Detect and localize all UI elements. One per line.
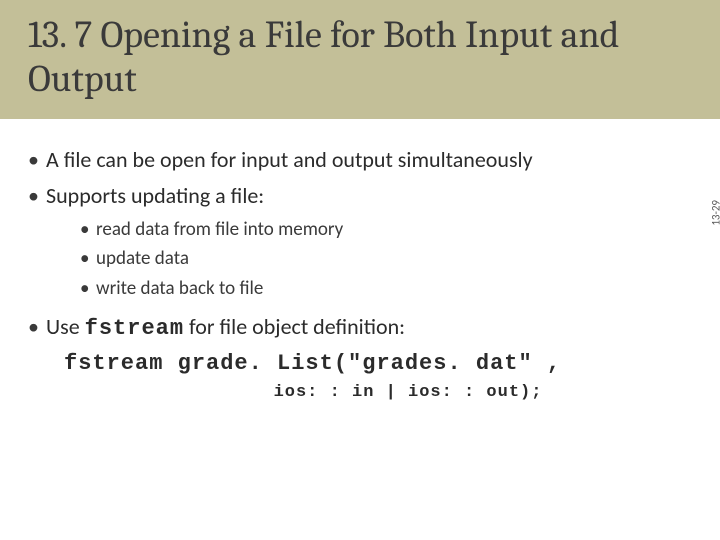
- code-block: fstream grade. List("grades. dat" , ios:…: [46, 347, 692, 406]
- bullet-text-pre: Use: [46, 313, 85, 340]
- sub-bullet-item: update data: [80, 246, 692, 272]
- slide-title: 13. 7 Opening a File for Both Input and …: [28, 14, 692, 101]
- code-line: ios: : in | ios: : out);: [64, 380, 692, 406]
- sub-bullet-item: write data back to file: [80, 276, 692, 302]
- bullet-item: A file can be open for input and output …: [28, 145, 692, 175]
- slide: 13. 7 Opening a File for Both Input and …: [0, 0, 720, 540]
- sub-bullet-item: read data from file into memory: [80, 217, 692, 243]
- slide-number: 13-29: [710, 200, 720, 226]
- sub-bullet-list: read data from file into memory update d…: [46, 217, 692, 302]
- code-line: fstream grade. List("grades. dat" ,: [64, 347, 692, 380]
- bullet-text: Supports updating a file:: [46, 182, 264, 209]
- bullet-item: Use fstream for file object definition: …: [28, 312, 692, 406]
- title-bar: 13. 7 Opening a File for Both Input and …: [0, 0, 720, 119]
- bullet-list: A file can be open for input and output …: [28, 145, 692, 405]
- inline-code: fstream: [85, 316, 184, 341]
- slide-content: A file can be open for input and output …: [0, 119, 720, 405]
- bullet-item: Supports updating a file: read data from…: [28, 181, 692, 302]
- bullet-text-post: for file object definition:: [184, 313, 405, 340]
